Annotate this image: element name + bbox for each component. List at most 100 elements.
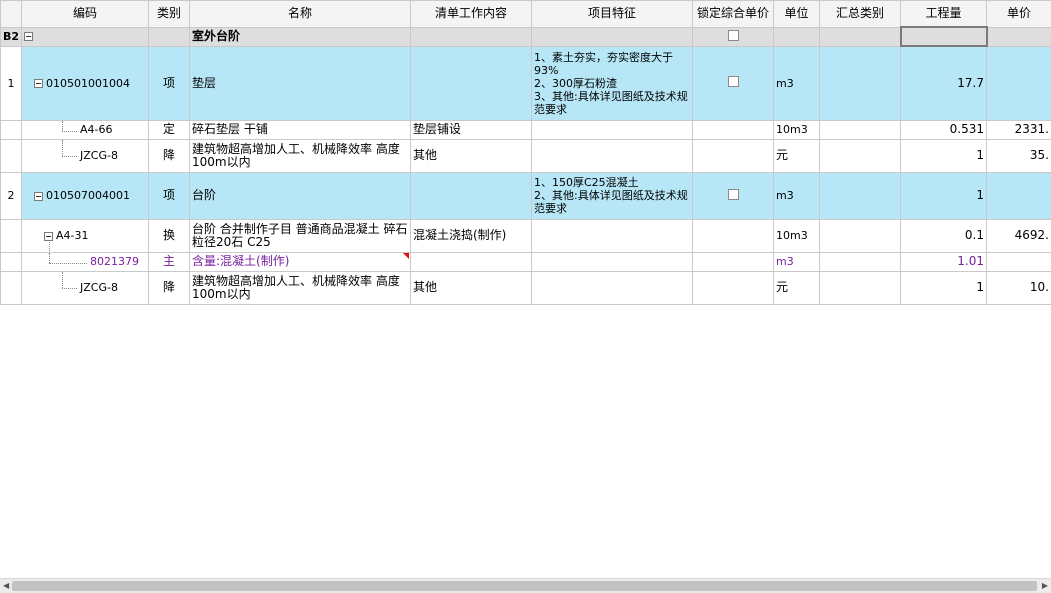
summary-category-cell[interactable] xyxy=(819,119,901,140)
quantity-cell[interactable]: 1 xyxy=(900,171,987,220)
quantity-cell[interactable]: 0.531 xyxy=(900,119,987,140)
code-cell[interactable]: JZCG-8 xyxy=(21,138,149,173)
summary-category-cell[interactable] xyxy=(819,270,901,305)
quantity-cell[interactable]: 1 xyxy=(900,270,987,305)
collapse-icon[interactable] xyxy=(34,191,43,201)
unit-price-cell[interactable] xyxy=(986,251,1051,272)
col-header-features[interactable]: 项目特征 xyxy=(531,0,693,28)
collapse-icon[interactable] xyxy=(44,231,53,241)
material-row[interactable]: 8021379 主 含量:混凝土(制作) m3 1.01 xyxy=(0,251,1051,272)
category-cell[interactable]: 项 xyxy=(148,171,190,220)
work-content-cell[interactable] xyxy=(410,171,532,220)
work-content-cell[interactable]: 混凝土浇捣(制作) xyxy=(410,218,532,253)
code-cell[interactable]: JZCG-8 xyxy=(21,270,149,305)
horizontal-scrollbar[interactable]: ◀ ▶ xyxy=(0,578,1051,593)
unit-cell[interactable]: 元 xyxy=(773,270,820,305)
col-header-quantity[interactable]: 工程量 xyxy=(900,0,987,28)
features-cell[interactable] xyxy=(531,119,693,140)
col-header-unit[interactable]: 单位 xyxy=(773,0,820,28)
name-cell[interactable]: 建筑物超高增加人工、机械降效率 高度100m以内 xyxy=(189,138,411,173)
unit-cell[interactable]: m3 xyxy=(773,171,820,220)
work-content-cell[interactable] xyxy=(410,45,532,121)
work-content-cell[interactable]: 其他 xyxy=(410,138,532,173)
row-number[interactable] xyxy=(0,218,22,253)
scroll-left-icon[interactable]: ◀ xyxy=(3,582,9,590)
name-cell[interactable]: 室外台阶 xyxy=(189,26,411,47)
lock-price-checkbox[interactable] xyxy=(727,188,739,200)
summary-category-cell[interactable] xyxy=(819,26,901,47)
col-header-code[interactable]: 编码 xyxy=(21,0,149,28)
features-cell[interactable] xyxy=(531,270,693,305)
unit-price-cell[interactable] xyxy=(986,45,1051,121)
unit-cell[interactable]: 10m3 xyxy=(773,218,820,253)
category-cell[interactable]: 换 xyxy=(148,218,190,253)
features-cell[interactable] xyxy=(531,138,693,173)
scrollbar-thumb[interactable] xyxy=(12,581,1037,591)
quantity-cell[interactable]: 0.1 xyxy=(900,218,987,253)
lock-price-cell[interactable] xyxy=(692,26,774,47)
row-number[interactable] xyxy=(0,138,22,173)
col-header-unit-price[interactable]: 单价 xyxy=(986,0,1051,28)
summary-category-cell[interactable] xyxy=(819,218,901,253)
unit-price-cell[interactable]: 2331. xyxy=(986,119,1051,140)
work-content-cell[interactable] xyxy=(410,26,532,47)
unit-price-cell[interactable] xyxy=(986,171,1051,220)
col-header-work-content[interactable]: 清单工作内容 xyxy=(410,0,532,28)
col-header-lock-price[interactable]: 锁定综合单价 xyxy=(692,0,774,28)
category-cell[interactable]: 降 xyxy=(148,270,190,305)
bill-item-row[interactable]: 1 010501001004 项 垫层 1、素土夯实，夯实密度大于93% 2、3… xyxy=(0,45,1051,121)
name-cell[interactable]: 碎石垫层 干铺 xyxy=(189,119,411,140)
lock-price-cell[interactable] xyxy=(692,251,774,272)
unit-price-cell[interactable]: 10. xyxy=(986,270,1051,305)
summary-category-cell[interactable] xyxy=(819,171,901,220)
row-number[interactable] xyxy=(0,270,22,305)
category-cell[interactable]: 主 xyxy=(148,251,190,272)
features-cell[interactable]: 1、素土夯实，夯实密度大于93% 2、300厚石粉渣 3、其他:具体详见图纸及技… xyxy=(531,45,693,121)
unit-cell[interactable]: m3 xyxy=(773,251,820,272)
col-header-name[interactable]: 名称 xyxy=(189,0,411,28)
category-cell[interactable]: 项 xyxy=(148,45,190,121)
unit-price-cell[interactable] xyxy=(986,26,1051,47)
features-cell[interactable]: 1、150厚C25混凝土 2、其他:具体详见图纸及技术规范要求 xyxy=(531,171,693,220)
lock-price-cell[interactable] xyxy=(692,218,774,253)
lock-price-checkbox[interactable] xyxy=(727,76,739,87)
code-cell[interactable]: 010507004001 xyxy=(21,171,149,220)
code-cell[interactable]: A4-66 xyxy=(21,119,149,140)
quota-row[interactable]: A4-31 换 台阶 合并制作子目 普通商品混凝土 碎石粒径20石 C25 混凝… xyxy=(0,218,1051,253)
category-cell[interactable]: 定 xyxy=(148,119,190,140)
category-cell[interactable]: 降 xyxy=(148,138,190,173)
col-header-summary-category[interactable]: 汇总类别 xyxy=(819,0,901,28)
row-number[interactable]: 1 xyxy=(0,45,22,121)
lock-price-cell[interactable] xyxy=(692,138,774,173)
quota-row[interactable]: JZCG-8 降 建筑物超高增加人工、机械降效率 高度100m以内 其他 元 1… xyxy=(0,270,1051,305)
quantity-cell[interactable]: 1 xyxy=(900,138,987,173)
name-cell[interactable]: 台阶 合并制作子目 普通商品混凝土 碎石粒径20石 C25 xyxy=(189,218,411,253)
work-content-cell[interactable]: 其他 xyxy=(410,270,532,305)
unit-cell[interactable] xyxy=(773,26,820,47)
row-number[interactable]: B2 xyxy=(0,26,22,47)
features-cell[interactable] xyxy=(531,251,693,272)
lock-price-cell[interactable] xyxy=(692,45,774,121)
collapse-icon[interactable] xyxy=(24,32,33,41)
lock-price-checkbox[interactable] xyxy=(727,29,739,41)
row-number[interactable] xyxy=(0,251,22,272)
summary-category-cell[interactable] xyxy=(819,251,901,272)
code-cell[interactable]: A4-31 xyxy=(21,218,149,253)
quantity-cell[interactable]: 17.7 xyxy=(900,45,987,121)
unit-price-cell[interactable]: 35. xyxy=(986,138,1051,173)
code-cell[interactable] xyxy=(21,26,149,47)
name-cell[interactable]: 垫层 xyxy=(189,45,411,121)
features-cell[interactable] xyxy=(531,26,693,47)
summary-category-cell[interactable] xyxy=(819,45,901,121)
unit-cell[interactable]: m3 xyxy=(773,45,820,121)
work-content-cell[interactable] xyxy=(410,251,532,272)
section-row[interactable]: B2 室外台阶 xyxy=(0,26,1051,47)
quantity-cell[interactable]: 1.01 xyxy=(900,251,987,272)
quota-row[interactable]: JZCG-8 降 建筑物超高增加人工、机械降效率 高度100m以内 其他 元 1… xyxy=(0,138,1051,173)
name-cell[interactable]: 台阶 xyxy=(189,171,411,220)
col-header-category[interactable]: 类别 xyxy=(148,0,190,28)
name-cell[interactable]: 含量:混凝土(制作) xyxy=(189,251,411,272)
unit-cell[interactable]: 10m3 xyxy=(773,119,820,140)
code-cell[interactable]: 8021379 xyxy=(21,251,149,272)
corner-cell[interactable] xyxy=(0,0,22,28)
